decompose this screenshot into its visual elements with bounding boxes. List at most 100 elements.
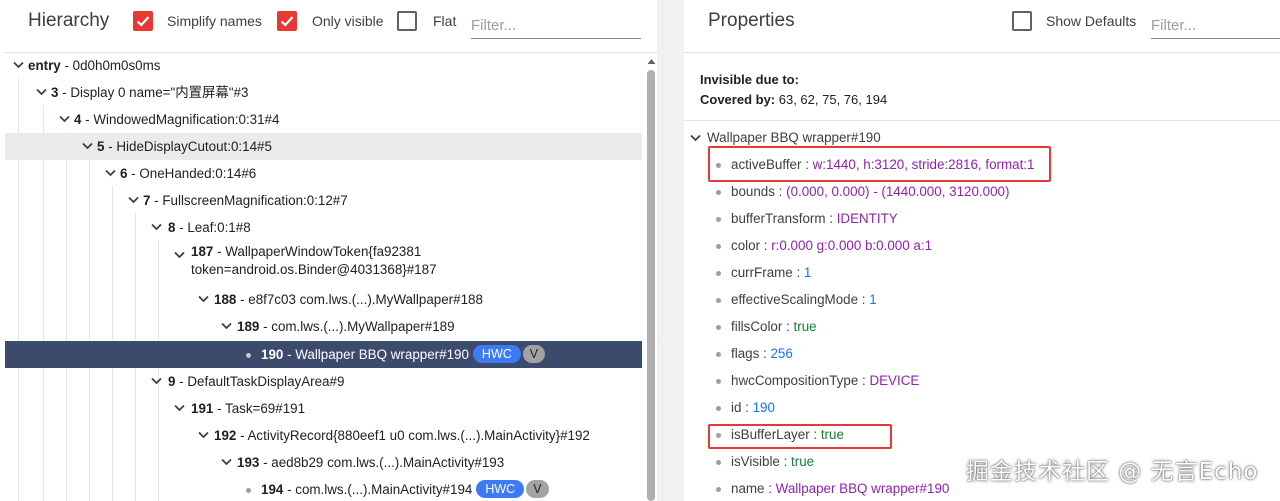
highlight-box-isbufferlayer — [708, 424, 892, 449]
property-text: effectiveScalingMode : 1 — [731, 292, 877, 307]
property-row[interactable]: flags : 256 — [684, 340, 1280, 367]
tree-node-191[interactable]: 191 - Task=69#191 — [5, 395, 642, 422]
scroll-up-arrow-icon[interactable] — [647, 58, 656, 65]
property-row[interactable]: bufferTransform : IDENTITY — [684, 205, 1280, 232]
tree-node-187[interactable]: 187 - WallpaperWindowToken{fa92381 token=… — [5, 241, 642, 287]
property-row[interactable]: bounds : (0.000, 0.000) - (1440.000, 312… — [684, 178, 1280, 205]
tree-node-188[interactable]: 188 - e8f7c03 com.lws.(...).MyWallpaper#… — [5, 286, 642, 313]
tree-node-label: entry - 0d0h0m0s0ms — [28, 58, 161, 73]
chevron-down-icon[interactable] — [174, 251, 185, 259]
property-text: fillsColor : true — [731, 319, 817, 334]
simplify-names-label: Simplify names — [167, 13, 262, 29]
tree-node-label: 188 - e8f7c03 com.lws.(...).MyWallpaper#… — [214, 292, 483, 307]
chevron-down-icon[interactable] — [221, 458, 232, 466]
chevron-down-icon[interactable] — [59, 115, 70, 123]
property-text: isVisible : true — [731, 454, 815, 469]
property-row[interactable]: color : r:0.000 g:0.000 b:0.000 a:1 — [684, 232, 1280, 259]
flat-label: Flat — [433, 13, 457, 29]
property-text: bufferTransform : IDENTITY — [731, 211, 898, 226]
property-text: id : 190 — [731, 400, 775, 415]
property-row[interactable]: id : 190 — [684, 394, 1280, 421]
hwc-chip: HWC — [472, 345, 521, 364]
check-icon — [136, 16, 150, 27]
hierarchy-scrollbar-thumb[interactable] — [647, 70, 655, 501]
bullet-icon — [716, 190, 721, 195]
chevron-down-icon[interactable] — [174, 404, 185, 412]
chevron-down-icon[interactable] — [128, 196, 139, 204]
tree-node-194[interactable]: 194 - com.lws.(...).MainActivity#194 HWC V — [5, 476, 642, 501]
leaf-dot-icon — [246, 353, 251, 358]
chevron-down-icon[interactable] — [198, 295, 209, 303]
divider — [684, 52, 1280, 53]
chevron-down-icon[interactable] — [198, 431, 209, 439]
tree-node-entry[interactable]: entry - 0d0h0m0s0ms — [5, 52, 642, 79]
property-row[interactable]: hwcCompositionType : DEVICE — [684, 367, 1280, 394]
property-text: bounds : (0.000, 0.000) - (1440.000, 312… — [731, 184, 1010, 199]
tree-node-label: 8 - Leaf:0:1#8 — [168, 220, 251, 235]
tree-node-193[interactable]: 193 - aed8b29 com.lws.(...).MainActivity… — [5, 449, 642, 476]
tree-node-8[interactable]: 8 - Leaf:0:1#8 — [5, 214, 642, 241]
properties-title: Properties — [708, 10, 795, 31]
watermark: 掘金技术社区 @ 无言Echo — [966, 459, 1259, 485]
properties-header: Properties Show Defaults — [684, 0, 1280, 44]
property-row[interactable]: currFrame : 1 — [684, 259, 1280, 286]
tree-node-3[interactable]: 3 - Display 0 name="内置屏幕"#3 — [5, 79, 642, 106]
bullet-icon — [716, 379, 721, 384]
tree-node-label: 194 - com.lws.(...).MainActivity#194 HWC V — [261, 476, 549, 501]
tree-node-189[interactable]: 189 - com.lws.(...).MyWallpaper#189 — [5, 313, 642, 340]
chevron-down-icon[interactable] — [82, 142, 93, 150]
tree-node-label: 193 - aed8b29 com.lws.(...).MainActivity… — [237, 455, 505, 470]
chevron-down-icon[interactable] — [36, 88, 47, 96]
highlight-box-activebuffer — [708, 146, 1051, 182]
flat-checkbox[interactable] — [397, 11, 417, 31]
tree-node-label: 5 - HideDisplayCutout:0:14#5 — [97, 139, 272, 154]
show-defaults-checkbox[interactable] — [1012, 11, 1032, 31]
property-row[interactable]: fillsColor : true — [684, 313, 1280, 340]
property-text: currFrame : 1 — [731, 265, 812, 280]
property-text: hwcCompositionType : DEVICE — [731, 373, 920, 388]
tree-node-7[interactable]: 7 - FullscreenMagnification:0:12#7 — [5, 187, 642, 214]
chevron-down-icon[interactable] — [151, 377, 162, 385]
properties-panel: Properties Show Defaults Invisible due t… — [684, 0, 1280, 501]
property-text: color : r:0.000 g:0.000 b:0.000 a:1 — [731, 238, 933, 253]
chevron-down-icon[interactable] — [105, 169, 116, 177]
tree-node-label: 4 - WindowedMagnification:0:31#4 — [74, 112, 280, 127]
tree-node-9[interactable]: 9 - DefaultTaskDisplayArea#9 — [5, 368, 642, 395]
tree-node-label: 191 - Task=69#191 — [191, 401, 306, 416]
tree-node-190[interactable]: 190 - Wallpaper BBQ wrapper#190 HWC V — [5, 341, 642, 368]
property-text: flags : 256 — [731, 346, 793, 361]
covered-by-value: 63, 62, 75, 76, 194 — [775, 92, 888, 107]
check-icon — [280, 16, 294, 27]
hierarchy-filter-input[interactable] — [471, 9, 641, 39]
bullet-icon — [716, 352, 721, 357]
leaf-dot-icon — [246, 488, 251, 493]
tree-node-label: 9 - DefaultTaskDisplayArea#9 — [168, 374, 345, 389]
properties-filter-input[interactable] — [1151, 9, 1280, 39]
visible-chip: V — [522, 345, 546, 364]
bullet-icon — [716, 487, 721, 492]
tree-node-4[interactable]: 4 - WindowedMagnification:0:31#4 — [5, 106, 642, 133]
tree-node-192[interactable]: 192 - ActivityRecord{880eef1 u0 com.lws.… — [5, 422, 642, 449]
show-defaults-label: Show Defaults — [1046, 13, 1137, 29]
tree-node-6[interactable]: 6 - OneHanded:0:14#6 — [5, 160, 642, 187]
tree-node-5[interactable]: 5 - HideDisplayCutout:0:14#5 — [5, 133, 642, 160]
tree-node-label: 190 - Wallpaper BBQ wrapper#190 HWC V — [261, 341, 546, 368]
hierarchy-header: Hierarchy Simplify names Only visible Fl… — [0, 0, 657, 44]
bullet-icon — [716, 325, 721, 330]
simplify-names-checkbox[interactable] — [133, 11, 153, 31]
bullet-icon — [716, 406, 721, 411]
tree-node-label: 189 - com.lws.(...).MyWallpaper#189 — [237, 319, 455, 334]
chevron-down-icon[interactable] — [13, 61, 24, 69]
tree-node-label: 192 - ActivityRecord{880eef1 u0 com.lws.… — [214, 428, 590, 443]
hierarchy-panel: Hierarchy Simplify names Only visible Fl… — [0, 0, 657, 501]
only-visible-checkbox[interactable] — [277, 11, 297, 31]
chevron-down-icon[interactable] — [151, 223, 162, 231]
bullet-icon — [716, 244, 721, 249]
invisible-heading: Invisible due to: — [700, 72, 799, 87]
tree-node-label: 3 - Display 0 name="内置屏幕"#3 — [51, 85, 249, 100]
chevron-down-icon[interactable] — [221, 322, 232, 330]
bullet-icon — [716, 298, 721, 303]
property-row[interactable]: effectiveScalingMode : 1 — [684, 286, 1280, 313]
chevron-down-icon[interactable] — [690, 134, 701, 142]
bullet-icon — [716, 271, 721, 276]
